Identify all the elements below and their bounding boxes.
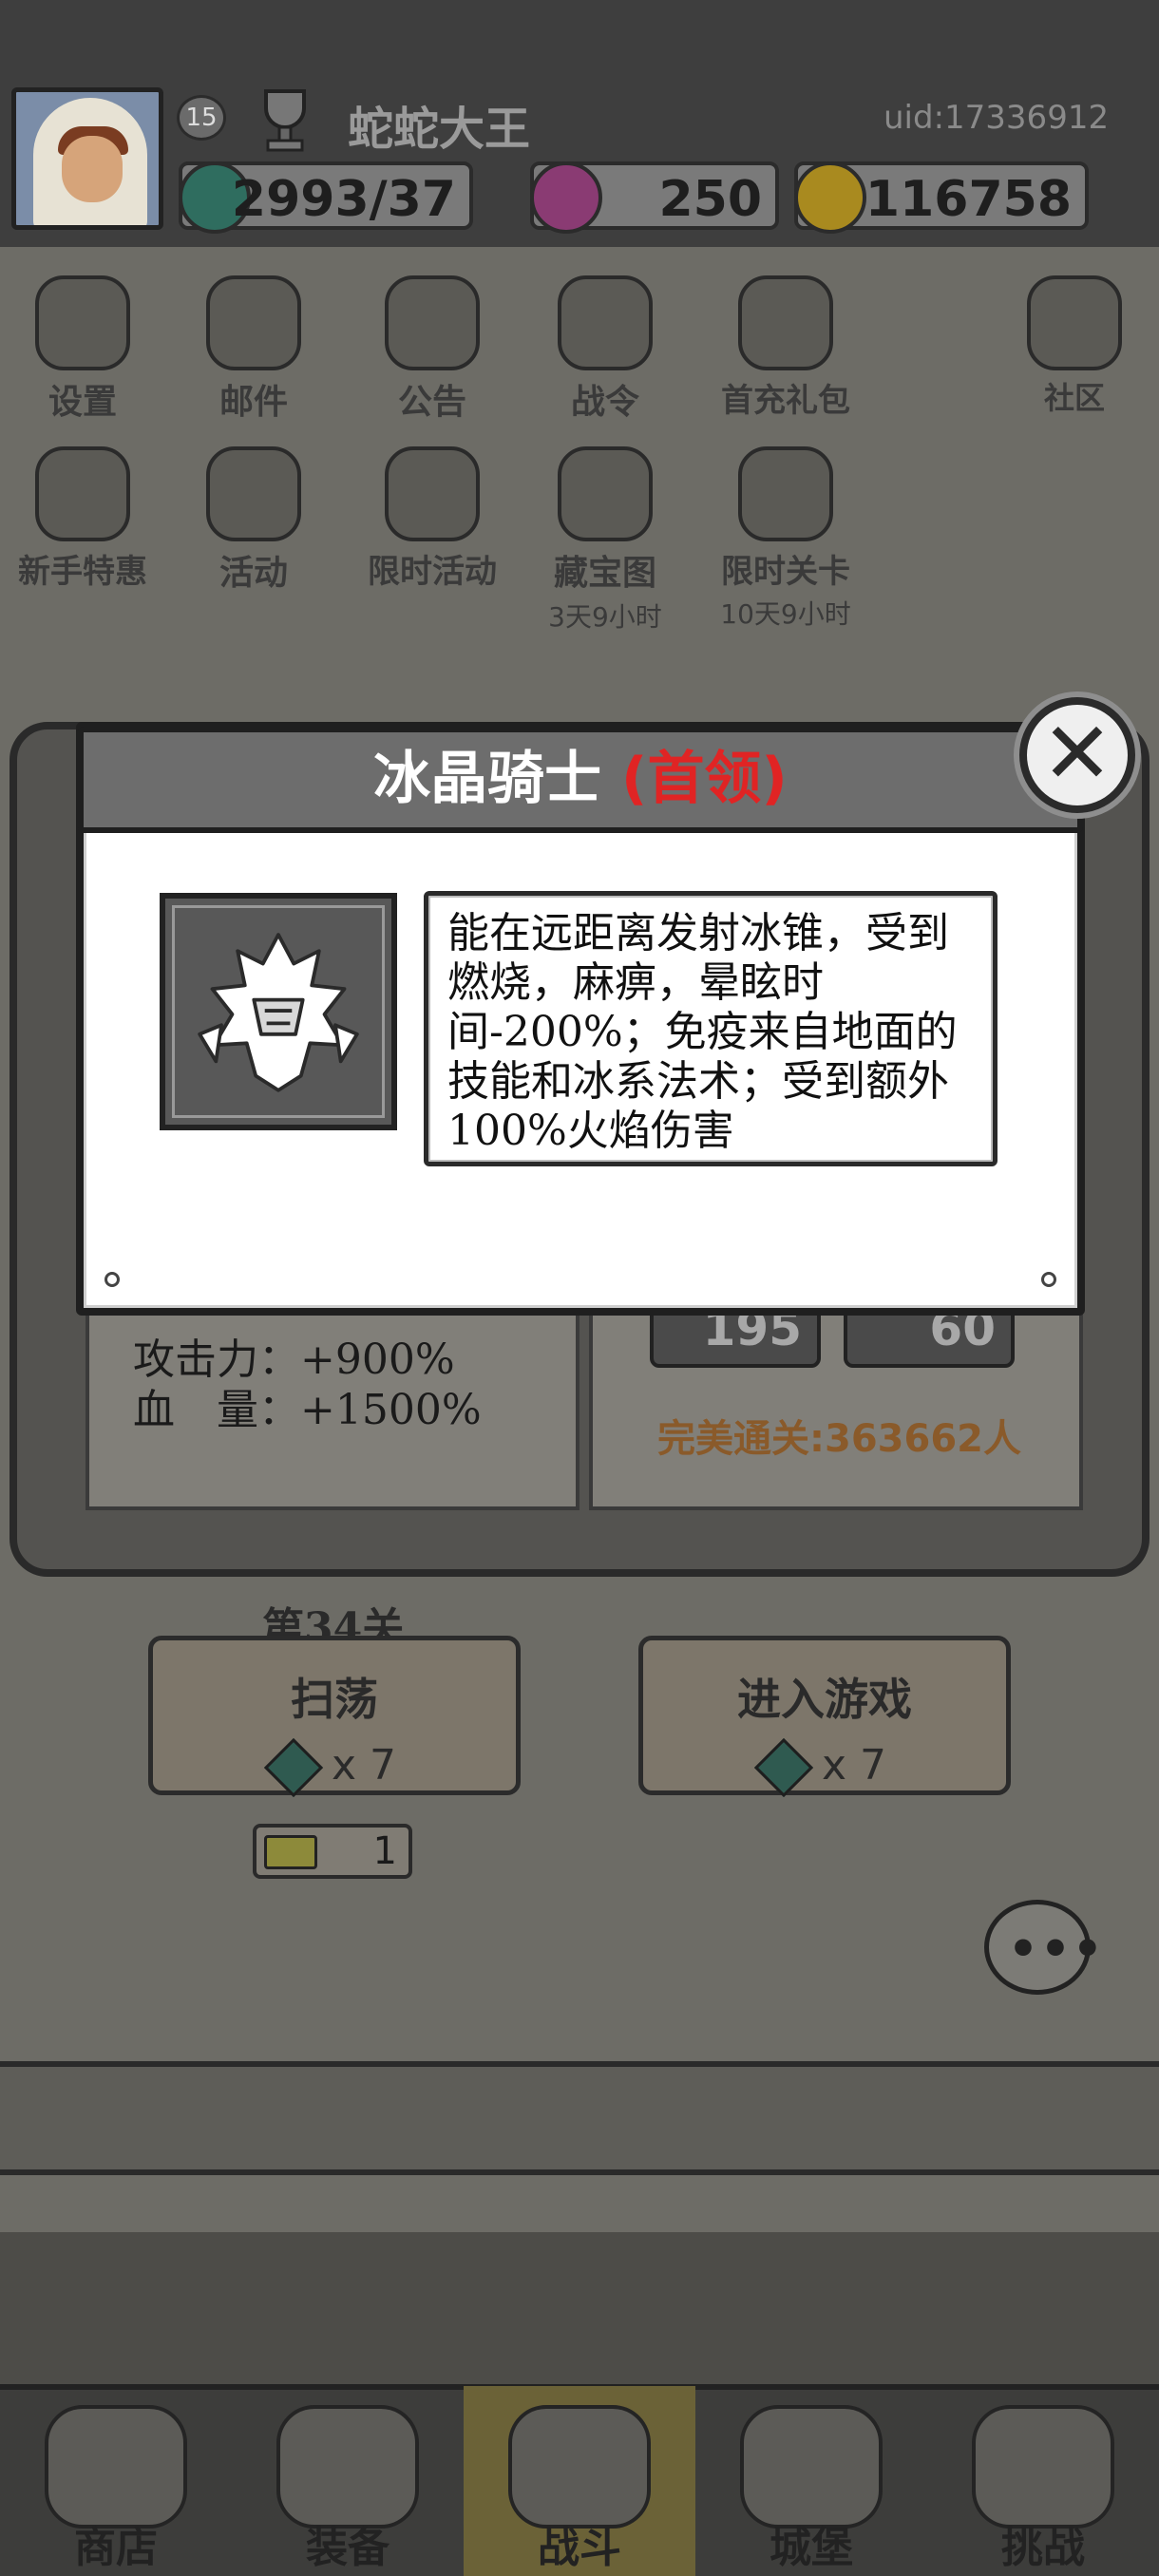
pin-decoration (104, 1272, 120, 1287)
boss-description: 能在远距离发射冰锥，受到燃烧，麻痹，晕眩时间-200%；免疫来自地面的技能和冰系… (447, 909, 958, 1155)
pin-decoration (1041, 1272, 1056, 1287)
game-screen: 15 蛇蛇大王 uid:17336912 2993/37 250 116758 … (0, 0, 1159, 2576)
boss-description-box: 能在远距离发射冰锥，受到燃烧，麻痹，晕眩时间-200%；免疫来自地面的技能和冰系… (424, 891, 998, 1166)
boss-portrait (160, 893, 397, 1130)
boss-name: 冰晶骑士 (373, 746, 602, 812)
boss-tag: (首领) (621, 746, 788, 812)
close-button[interactable]: ✕ (1019, 697, 1135, 813)
ice-knight-helmet-icon (198, 933, 359, 1092)
close-icon: ✕ (1041, 704, 1113, 804)
modal-title: 冰晶骑士 (首领) (78, 731, 1083, 826)
